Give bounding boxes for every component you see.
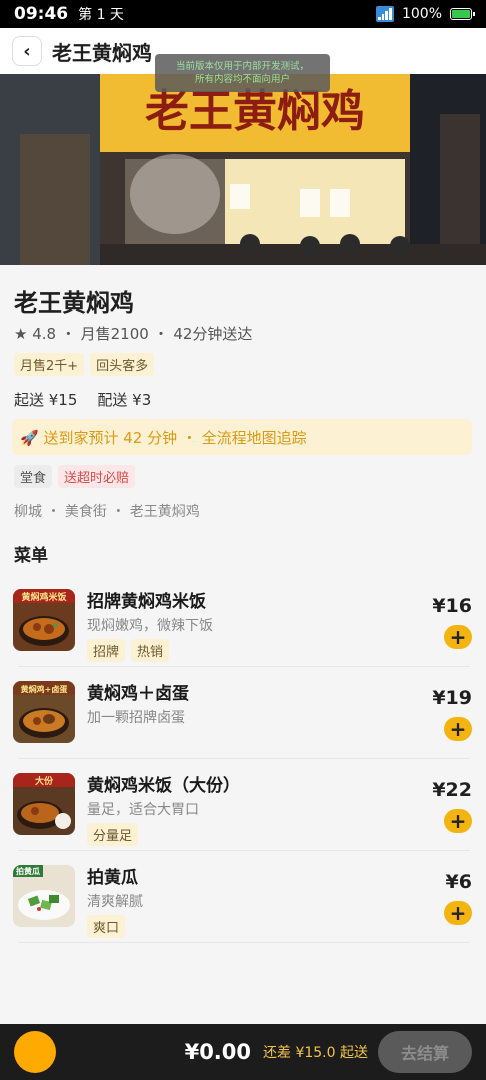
add-to-cart-button[interactable]: + [444, 717, 472, 741]
shop-name: 老王黄焖鸡 [14, 289, 134, 317]
shop-tag: 月售2千+ [14, 353, 85, 376]
storefront-sign-text: 老王黄焖鸡 [145, 86, 365, 137]
dish-price: ¥6 [445, 871, 472, 893]
plus-icon: + [449, 901, 467, 925]
page-title: 老王黄焖鸡 [52, 40, 152, 65]
menu-item[interactable]: 拍黄瓜 拍黄瓜 清爽解腻 爽口 ¥6 + [0, 851, 486, 943]
plus-icon: + [449, 717, 467, 741]
divider [18, 942, 470, 943]
min-order-difference: 还差 ¥15.0 起送 [263, 1045, 368, 1061]
dish-price: ¥16 [432, 595, 472, 617]
menu-list: 黄焖鸡米饭 招牌黄焖鸡米饭 现焖嫩鸡，微辣下饭 招牌 热销 ¥16 + 黄焖鸡+… [0, 575, 486, 943]
delivery-estimate-banner: 🚀 送到家预计 42 分钟 ・ 全流程地图追踪 [12, 419, 472, 455]
service-tags: 堂食 送超时必赔 [14, 465, 141, 488]
shop-tags: 月售2千+ 回头客多 [14, 353, 160, 376]
delivery-fee: 配送 ¥3 [97, 391, 152, 409]
menu-item[interactable]: 黄焖鸡米饭 招牌黄焖鸡米饭 现焖嫩鸡，微辣下饭 招牌 热销 ¥16 + [0, 575, 486, 667]
dish-desc: 加一颗招牌卤蛋 [87, 710, 185, 726]
checkout-button[interactable]: 去结算 [378, 1031, 472, 1073]
menu-title: 菜单 [14, 546, 48, 566]
plus-icon: + [449, 625, 467, 649]
signal-icon [375, 6, 394, 22]
storefront-photo: 老王黄焖鸡 [0, 74, 486, 265]
dish-price: ¥22 [432, 779, 472, 801]
cart-icon[interactable] [14, 1031, 56, 1073]
dish-tag: 爽口 [87, 915, 126, 938]
dish-tags: 招牌 热销 [87, 639, 175, 662]
dish-name: 黄焖鸡＋卤蛋 [87, 684, 189, 704]
dish-tag: 热销 [131, 639, 170, 662]
dish-desc: 量足，适合大胃口 [87, 802, 199, 818]
dish-thumbnail: 黄焖鸡+卤蛋 [13, 681, 75, 743]
dish-tag: 分量足 [87, 823, 139, 846]
dish-name: 黄焖鸡米饭（大份） [87, 776, 240, 796]
dish-tags: 爽口 [87, 915, 131, 938]
battery-icon [450, 8, 475, 20]
shop-fees: 起送 ¥15 配送 ¥3 [14, 389, 171, 410]
dish-thumbnail: 大份 [13, 773, 75, 835]
status-day: 第 1 天 [78, 7, 124, 23]
cart-bar: ¥0.00 还差 ¥15.0 起送 去结算 [0, 1024, 486, 1080]
add-to-cart-button[interactable]: + [444, 901, 472, 925]
dish-thumbnail: 拍黄瓜 [13, 865, 75, 927]
dish-thumbnail: 黄焖鸡米饭 [13, 589, 75, 651]
back-icon: ‹ [23, 40, 31, 62]
shop-tag: 回头客多 [90, 353, 155, 376]
service-tag-late-guarantee: 送超时必赔 [58, 465, 136, 488]
min-order: 起送 ¥15 [14, 391, 78, 409]
status-bar: 09:46 第 1 天 100% [0, 0, 486, 28]
shop-stats: ★ 4.8 ・ 月售2100 ・ 42分钟送达 [14, 325, 253, 343]
dev-notice-line-1: 当前版本仅用于内部开发测试， [175, 61, 309, 72]
plus-icon: + [449, 809, 467, 833]
dish-thumb-label: 黄焖鸡米饭 [21, 591, 66, 603]
cart-total: ¥0.00 [184, 1040, 252, 1064]
add-to-cart-button[interactable]: + [444, 625, 472, 649]
dish-tag: 招牌 [87, 639, 126, 662]
breadcrumb: 柳城 ・ 美食街 ・ 老王黄焖鸡 [14, 504, 200, 520]
dev-build-notice: 当前版本仅用于内部开发测试， 所有内容均不面向用户 [155, 54, 330, 92]
dish-name: 拍黄瓜 [87, 868, 138, 888]
dish-thumb-label: 大份 [35, 775, 54, 787]
menu-item[interactable]: 黄焖鸡+卤蛋 黄焖鸡＋卤蛋 加一颗招牌卤蛋 ¥19 + [0, 667, 486, 759]
dish-thumb-label: 拍黄瓜 [16, 866, 40, 876]
battery-percent: 100% [401, 6, 442, 22]
dish-desc: 清爽解腻 [87, 894, 143, 910]
menu-item[interactable]: 大份 黄焖鸡米饭（大份） 量足，适合大胃口 分量足 ¥22 + [0, 759, 486, 851]
dish-name: 招牌黄焖鸡米饭 [87, 592, 206, 612]
dish-price: ¥19 [432, 687, 472, 709]
back-button[interactable]: ‹ [12, 36, 42, 66]
dish-desc: 现焖嫩鸡，微辣下饭 [87, 618, 213, 634]
shop-content: 老王黄焖鸡 ★ 4.8 ・ 月售2100 ・ 42分钟送达 月售2千+ 回头客多 … [0, 265, 486, 1025]
status-time: 09:46 [14, 4, 69, 24]
add-to-cart-button[interactable]: + [444, 809, 472, 833]
service-tag-dine-in: 堂食 [14, 465, 53, 488]
dev-notice-line-2: 所有内容均不面向用户 [194, 74, 290, 85]
dish-tags: 分量足 [87, 823, 144, 846]
dish-thumb-label: 黄焖鸡+卤蛋 [21, 684, 68, 694]
